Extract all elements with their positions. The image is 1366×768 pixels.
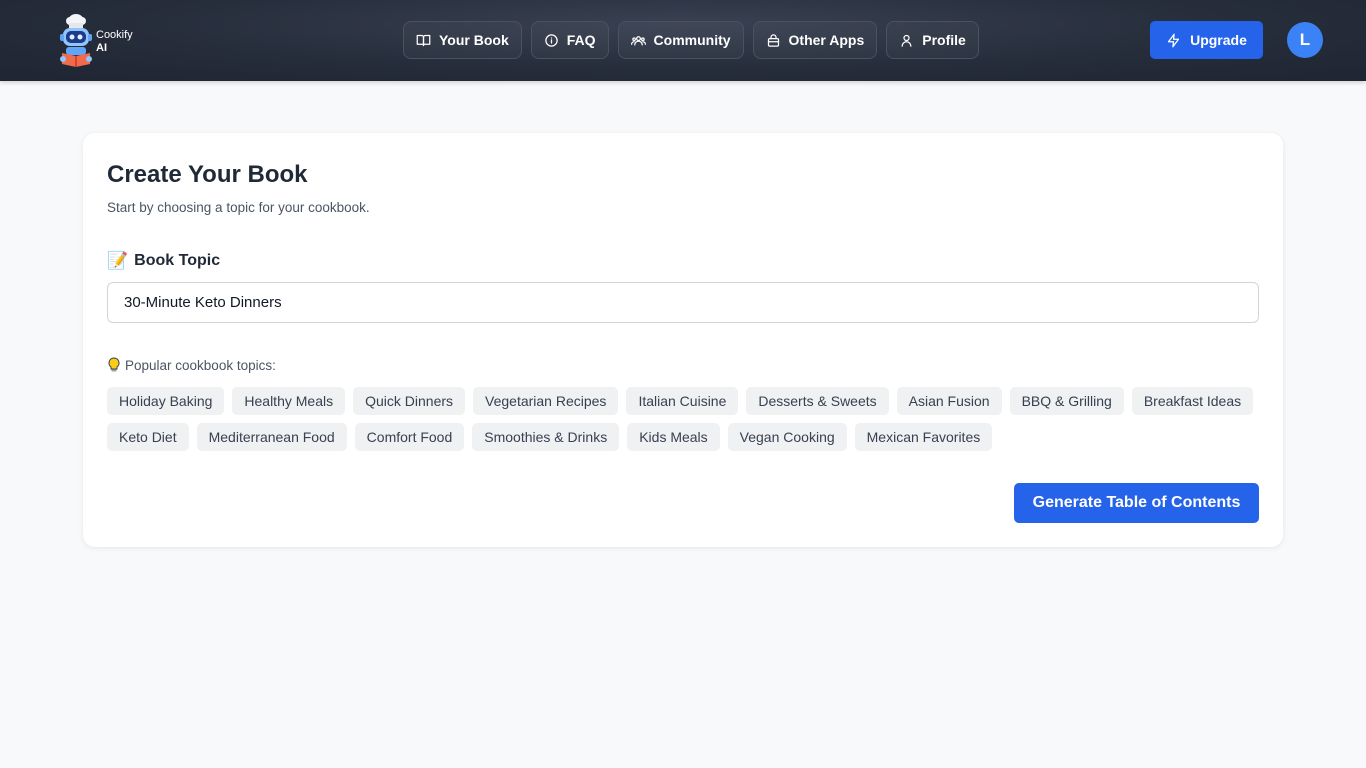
book-icon — [416, 34, 431, 46]
topic-chip[interactable]: Comfort Food — [354, 423, 465, 451]
nav-your-book-label: Your Book — [439, 32, 509, 48]
create-book-card: Create Your Book Start by choosing a top… — [83, 133, 1283, 547]
upgrade-button[interactable]: Upgrade — [1150, 21, 1263, 59]
topic-chip[interactable]: Vegan Cooking — [727, 423, 847, 451]
topic-chip[interactable]: Asian Fusion — [896, 387, 1002, 415]
topic-chip[interactable]: Quick Dinners — [353, 387, 466, 415]
nav-faq-label: FAQ — [566, 32, 596, 48]
nav-other-apps-label: Other Apps — [788, 32, 865, 48]
topic-chip[interactable]: Italian Cuisine — [626, 387, 739, 415]
nav-profile-label: Profile — [922, 32, 966, 48]
book-topic-label: 📝 Book Topic — [107, 251, 220, 271]
cookify-logo[interactable]: Cookify AI — [58, 12, 148, 68]
topic-chip[interactable]: Vegetarian Recipes — [473, 387, 619, 415]
popular-topics-label: Popular cookbook topics: — [107, 357, 276, 373]
page-title: Create Your Book — [107, 161, 308, 188]
nav-faq[interactable]: FAQ — [530, 21, 609, 59]
main-nav: Your Book FAQ Community Other Apps Profi… — [403, 21, 979, 59]
topic-chip[interactable]: Smoothies & Drinks — [472, 423, 620, 451]
lightbulb-icon — [108, 357, 120, 372]
topic-chip[interactable]: Keto Diet — [107, 423, 189, 451]
topic-chip[interactable]: Kids Meals — [627, 423, 720, 451]
popular-topics-text: Popular cookbook topics: — [125, 357, 276, 373]
nav-community-label: Community — [653, 32, 731, 48]
topic-chip[interactable]: BBQ & Grilling — [1009, 387, 1124, 415]
nav-your-book[interactable]: Your Book — [403, 21, 522, 59]
nav-other-apps[interactable]: Other Apps — [752, 21, 878, 59]
topic-chip[interactable]: Mexican Favorites — [854, 423, 993, 451]
topic-chip[interactable]: Desserts & Sweets — [746, 387, 889, 415]
user-icon — [901, 34, 912, 47]
topic-chip[interactable]: Breakfast Ideas — [1131, 387, 1254, 415]
page-subtitle: Start by choosing a topic for your cookb… — [107, 200, 370, 215]
generate-toc-button[interactable]: Generate Table of Contents — [1014, 483, 1259, 523]
book-topic-input[interactable] — [107, 282, 1259, 323]
topic-chips: Holiday Baking Healthy Meals Quick Dinne… — [107, 387, 1267, 451]
top-navigation-bar: Cookify AI Your Book FAQ Community Other… — [0, 0, 1366, 81]
user-avatar[interactable]: L — [1287, 22, 1323, 58]
logo-text: Cookify AI — [96, 29, 133, 55]
logo-suffix: AI — [96, 42, 107, 54]
bag-icon — [767, 33, 779, 47]
book-topic-label-text: Book Topic — [134, 252, 221, 269]
topic-chip[interactable]: Mediterranean Food — [196, 423, 347, 451]
nav-profile[interactable]: Profile — [886, 21, 979, 59]
memo-icon: 📝 — [107, 251, 129, 270]
topic-chip[interactable]: Healthy Meals — [232, 387, 346, 415]
users-icon — [630, 35, 646, 45]
info-icon — [545, 33, 558, 47]
chef-robot-icon — [60, 14, 92, 67]
logo-name: Cookify — [96, 29, 133, 41]
upgrade-label: Upgrade — [1190, 32, 1247, 48]
topic-chip[interactable]: Holiday Baking — [107, 387, 225, 415]
lightning-icon — [1167, 33, 1180, 47]
nav-community[interactable]: Community — [617, 21, 744, 59]
